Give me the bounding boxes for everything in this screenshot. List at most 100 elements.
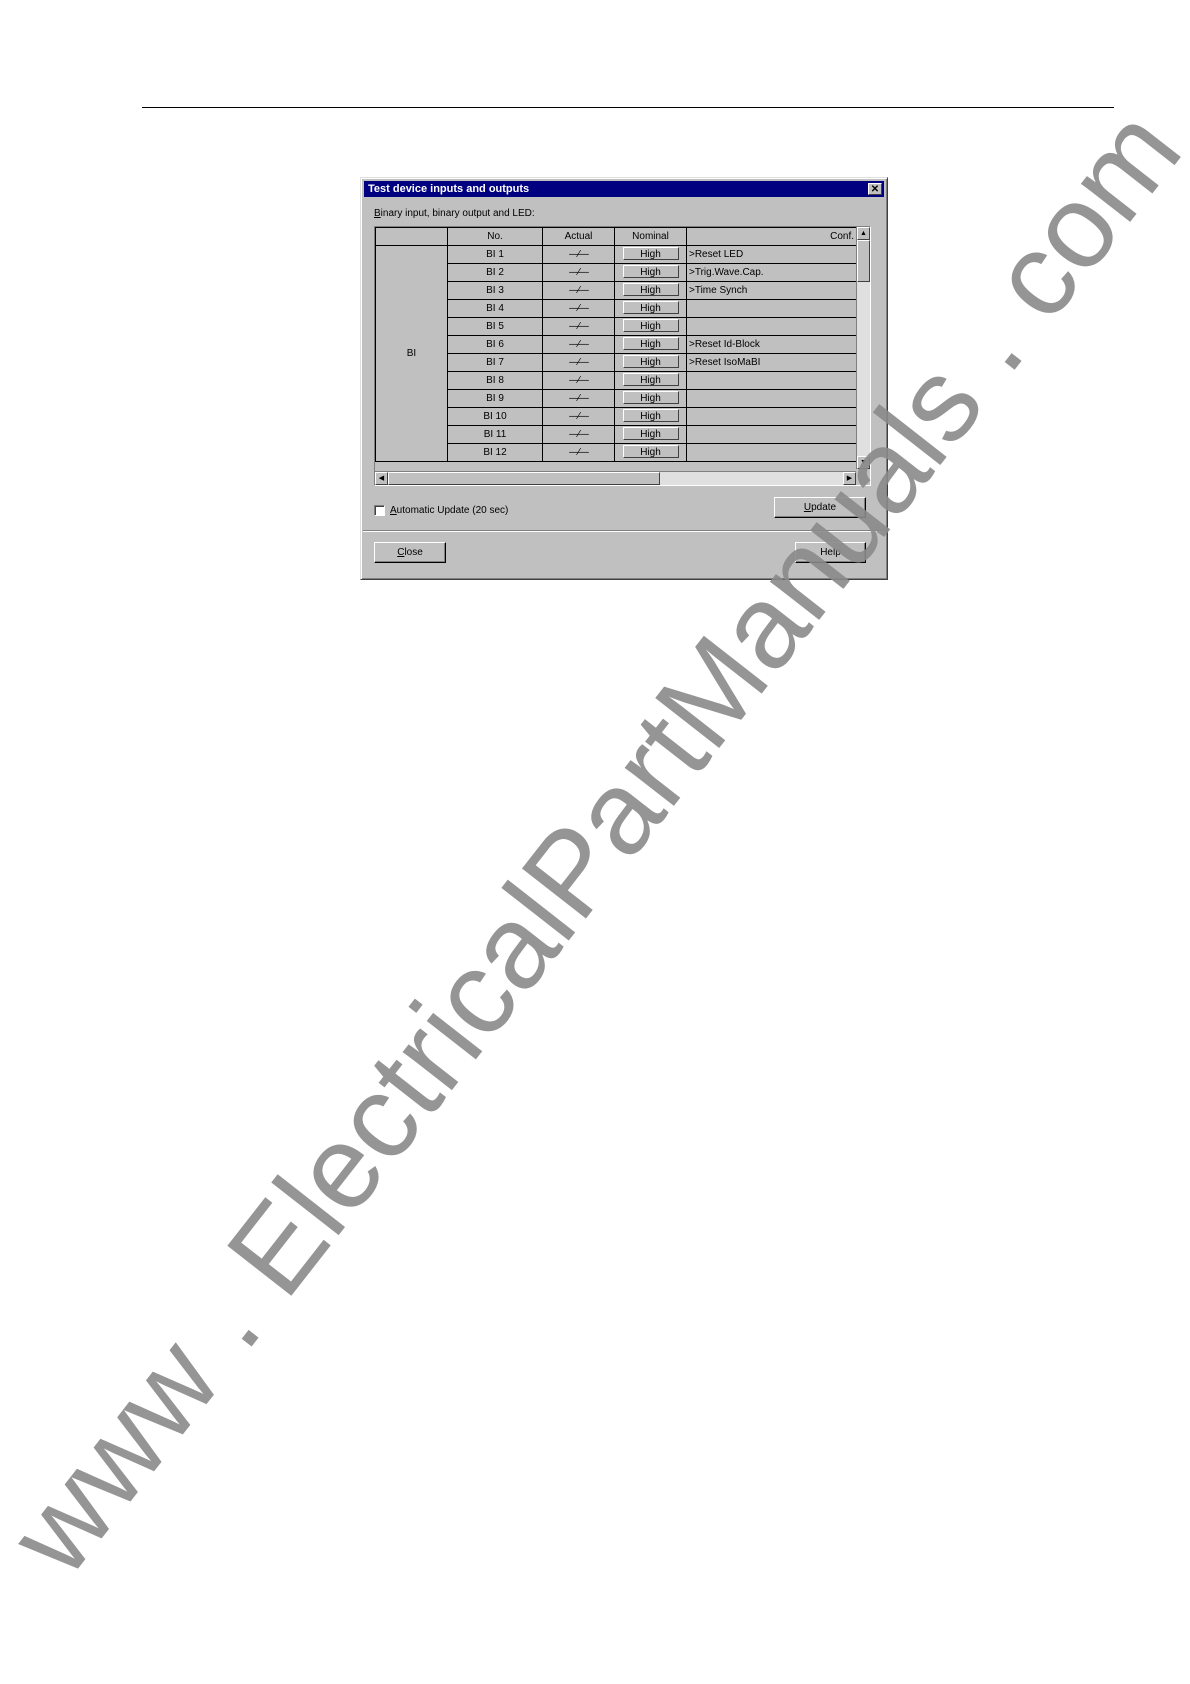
cell-actual-switch-icon: —⁄—: [542, 335, 615, 354]
cell-no: BI 10: [447, 407, 543, 426]
nominal-button[interactable]: High: [622, 409, 679, 422]
auto-update-option[interactable]: Automatic Update (20 sec): [374, 505, 508, 516]
cell-no: BI 5: [447, 317, 543, 336]
cell-conf: >Time Synch: [686, 281, 859, 300]
table-row[interactable]: BI 8 —⁄— High: [376, 371, 859, 390]
dialog-title: Test device inputs and outputs: [368, 183, 530, 195]
nominal-button[interactable]: High: [622, 247, 679, 260]
cell-no: BI 7: [447, 353, 543, 372]
auto-update-checkbox[interactable]: [374, 505, 385, 516]
top-rule: [142, 107, 1114, 108]
cell-nominal: High: [614, 299, 687, 318]
table-row[interactable]: BI 7 —⁄— High >Reset IsoMaBI: [376, 353, 859, 372]
cell-no: BI 9: [447, 389, 543, 408]
scroll-right-icon[interactable]: ▶: [843, 472, 856, 485]
io-grid[interactable]: No. Actual Nominal Conf. BI BI 1 —⁄— High >R…: [374, 226, 871, 486]
horizontal-scrollbar[interactable]: ◀ ▶: [375, 471, 856, 485]
scroll-up-icon[interactable]: ▲: [857, 227, 870, 240]
cell-no: BI 12: [447, 443, 543, 462]
switch-icon: —⁄—: [569, 375, 589, 386]
cell-no: BI 4: [447, 299, 543, 318]
group-label-accel: B: [374, 208, 381, 219]
switch-icon: —⁄—: [569, 357, 589, 368]
switch-icon: —⁄—: [569, 303, 589, 314]
auto-update-label: Automatic Update (20 sec): [390, 505, 508, 516]
cell-conf: [686, 389, 859, 408]
header-actual[interactable]: Actual: [542, 227, 615, 246]
group-cell: BI: [375, 245, 448, 462]
cell-actual-switch-icon: —⁄—: [542, 299, 615, 318]
header-no[interactable]: No.: [447, 227, 543, 246]
cell-nominal: High: [614, 353, 687, 372]
table-row[interactable]: BI 9 —⁄— High: [376, 389, 859, 408]
cell-conf: >Reset IsoMaBI: [686, 353, 859, 372]
nominal-button[interactable]: High: [622, 283, 679, 296]
help-button[interactable]: Help: [795, 542, 866, 563]
cell-no: BI 3: [447, 281, 543, 300]
cell-conf: [686, 299, 859, 318]
table-row[interactable]: BI 11 —⁄— High: [376, 425, 859, 444]
auto-update-accel: A: [390, 505, 397, 516]
cell-nominal: High: [614, 281, 687, 300]
scroll-left-icon[interactable]: ◀: [375, 472, 388, 485]
table-row[interactable]: BI 3 —⁄— High >Time Synch: [376, 281, 859, 300]
cell-conf: [686, 425, 859, 444]
table-row[interactable]: BI 5 —⁄— High: [376, 317, 859, 336]
header-group: [375, 227, 448, 246]
nominal-button[interactable]: High: [622, 355, 679, 368]
update-button[interactable]: Update: [774, 497, 866, 518]
switch-icon: —⁄—: [569, 339, 589, 350]
cell-no: BI 1: [447, 245, 543, 264]
table-row[interactable]: BI 10 —⁄— High: [376, 407, 859, 426]
cell-actual-switch-icon: —⁄—: [542, 371, 615, 390]
close-icon[interactable]: ✕: [868, 183, 882, 195]
horizontal-scroll-thumb[interactable]: [388, 472, 660, 485]
cell-actual-switch-icon: —⁄—: [542, 389, 615, 408]
nominal-button[interactable]: High: [622, 337, 679, 350]
cell-nominal: High: [614, 263, 687, 282]
nominal-button[interactable]: High: [622, 319, 679, 332]
table-row[interactable]: BI 2 —⁄— High >Trig.Wave.Cap.: [376, 263, 859, 282]
header-row: No. Actual Nominal Conf.: [375, 227, 859, 246]
nominal-button[interactable]: High: [622, 427, 679, 440]
nominal-button[interactable]: High: [622, 373, 679, 386]
cell-conf: [686, 407, 859, 426]
test-io-dialog: Test device inputs and outputs ✕ Binary …: [360, 177, 888, 580]
cell-nominal: High: [614, 335, 687, 354]
cell-nominal: High: [614, 245, 687, 264]
cell-actual-switch-icon: —⁄—: [542, 443, 615, 462]
nominal-button[interactable]: High: [622, 265, 679, 278]
table-row[interactable]: BI 12 —⁄— High: [376, 443, 859, 462]
cell-nominal: High: [614, 389, 687, 408]
cell-nominal: High: [614, 425, 687, 444]
table-row[interactable]: BI BI 1 —⁄— High >Reset LED: [375, 245, 859, 462]
switch-icon: —⁄—: [569, 285, 589, 296]
table-row[interactable]: BI 6 —⁄— High >Reset Id-Block: [376, 335, 859, 354]
switch-icon: —⁄—: [569, 393, 589, 404]
cell-actual-switch-icon: —⁄—: [542, 317, 615, 336]
header-conf[interactable]: Conf.: [686, 227, 859, 246]
nominal-button[interactable]: High: [622, 445, 679, 458]
close-button-text: lose: [404, 547, 423, 558]
cell-actual-switch-icon: —⁄—: [542, 425, 615, 444]
cell-actual-switch-icon: —⁄—: [542, 407, 615, 426]
auto-update-text: utomatic Update (20 sec): [396, 505, 509, 516]
dialog-titlebar[interactable]: Test device inputs and outputs ✕: [364, 181, 884, 197]
vertical-scrollbar[interactable]: ▲ ▼: [856, 227, 870, 469]
header-nominal[interactable]: Nominal: [614, 227, 687, 246]
close-button[interactable]: Close: [374, 542, 446, 563]
group-label-text: inary input, binary output and LED:: [380, 208, 535, 219]
update-button-text: pdate: [811, 502, 837, 513]
scroll-corner: [856, 471, 870, 485]
vertical-scroll-thumb[interactable]: [857, 240, 870, 282]
nominal-button[interactable]: High: [622, 301, 679, 314]
table-row[interactable]: BI 4 —⁄— High: [376, 299, 859, 318]
nominal-button[interactable]: High: [622, 391, 679, 404]
cell-conf: >Reset Id-Block: [686, 335, 859, 354]
cell-conf: >Trig.Wave.Cap.: [686, 263, 859, 282]
grid-body: BI BI 1 —⁄— High >Reset LED BI 2 —⁄— High >Trig.…: [375, 245, 859, 462]
cell-conf: [686, 443, 859, 462]
cell-actual-switch-icon: —⁄—: [542, 245, 615, 264]
cell-nominal: High: [614, 317, 687, 336]
scroll-down-icon[interactable]: ▼: [857, 456, 870, 469]
